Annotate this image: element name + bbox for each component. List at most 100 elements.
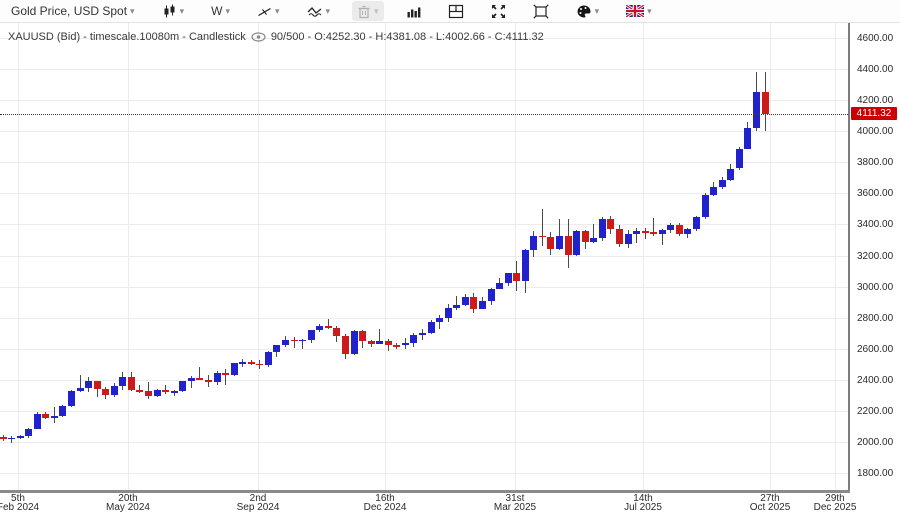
candle[interactable]: [590, 238, 598, 242]
candle[interactable]: [333, 327, 341, 336]
candle[interactable]: [487, 289, 495, 301]
candle[interactable]: [8, 437, 16, 440]
candle[interactable]: [598, 219, 606, 239]
candle[interactable]: [701, 195, 709, 217]
candle[interactable]: [436, 318, 444, 323]
candle[interactable]: [136, 390, 144, 392]
candle[interactable]: [470, 296, 478, 309]
price-axis[interactable]: 4600.00 4400.00 4200.00 4000.00 3800.00 3600.…: [850, 23, 900, 493]
candle[interactable]: [564, 236, 572, 256]
candle[interactable]: [145, 391, 153, 397]
candle[interactable]: [453, 304, 461, 309]
candle[interactable]: [162, 390, 170, 392]
candle[interactable]: [478, 300, 486, 309]
candle[interactable]: [290, 339, 298, 342]
candle[interactable]: [650, 232, 658, 235]
chart-type-button[interactable]: ▾: [157, 1, 190, 21]
candle[interactable]: [0, 437, 7, 439]
candle[interactable]: [127, 377, 135, 391]
candle[interactable]: [461, 296, 469, 305]
language-button[interactable]: ▾: [621, 1, 657, 21]
candle[interactable]: [119, 377, 127, 386]
candle[interactable]: [727, 168, 735, 181]
candle[interactable]: [59, 405, 67, 417]
candle[interactable]: [752, 92, 760, 129]
candle[interactable]: [675, 224, 683, 235]
candle[interactable]: [247, 362, 255, 364]
candle[interactable]: [299, 339, 307, 342]
candle[interactable]: [718, 180, 726, 187]
candle[interactable]: [444, 308, 452, 319]
candle[interactable]: [393, 345, 401, 347]
candle[interactable]: [693, 216, 700, 229]
candle[interactable]: [42, 414, 50, 418]
candle[interactable]: [213, 373, 221, 382]
candle[interactable]: [324, 325, 332, 328]
candle[interactable]: [341, 335, 349, 355]
candle[interactable]: [33, 414, 41, 430]
candle[interactable]: [187, 378, 195, 381]
candle[interactable]: [607, 219, 615, 230]
candle[interactable]: [273, 345, 281, 353]
candle[interactable]: [230, 363, 238, 375]
candle[interactable]: [419, 333, 427, 335]
candle[interactable]: [573, 231, 581, 256]
theme-button[interactable]: ▾: [571, 1, 605, 21]
candle[interactable]: [316, 325, 324, 330]
time-axis[interactable]: 5th Feb 2024 20th May 2024 2nd Sep 2024 16th De…: [0, 493, 900, 513]
candle[interactable]: [204, 379, 212, 382]
candle[interactable]: [102, 389, 110, 396]
frame-button[interactable]: [528, 1, 554, 21]
candle[interactable]: [667, 224, 675, 231]
candle[interactable]: [735, 148, 743, 169]
candle[interactable]: [513, 273, 521, 281]
candle[interactable]: [110, 386, 118, 396]
indicators-button[interactable]: ▾: [302, 1, 336, 21]
candle[interactable]: [367, 340, 375, 344]
candle[interactable]: [538, 235, 546, 238]
candlestick-plot[interactable]: XAUUSD (Bid) - timescale.10080m - Candle…: [0, 23, 848, 490]
candle[interactable]: [410, 334, 418, 343]
candle[interactable]: [222, 373, 230, 375]
candle[interactable]: [76, 388, 84, 391]
candle[interactable]: [761, 92, 769, 114]
layout-button[interactable]: [443, 1, 469, 21]
candle[interactable]: [256, 363, 264, 366]
candle[interactable]: [350, 330, 358, 355]
trend-line-tool-button[interactable]: ▾: [252, 1, 285, 21]
candle[interactable]: [93, 381, 101, 390]
candle[interactable]: [179, 381, 187, 392]
candle[interactable]: [264, 352, 272, 365]
candle[interactable]: [744, 128, 752, 149]
candle[interactable]: [427, 322, 435, 334]
candle[interactable]: [624, 234, 632, 244]
candle[interactable]: [196, 378, 204, 380]
candle[interactable]: [530, 235, 538, 250]
timeframe-button[interactable]: W ▾: [206, 1, 235, 21]
candle[interactable]: [521, 249, 529, 281]
candle[interactable]: [641, 231, 649, 233]
fullscreen-button[interactable]: [486, 1, 511, 21]
candle[interactable]: [170, 391, 178, 393]
candle[interactable]: [556, 236, 564, 250]
candle[interactable]: [615, 229, 623, 244]
candle[interactable]: [384, 341, 392, 346]
candle[interactable]: [684, 228, 692, 235]
candle[interactable]: [496, 282, 504, 290]
candle[interactable]: [282, 339, 290, 346]
candle[interactable]: [307, 329, 315, 340]
delete-drawings-button[interactable]: ▾: [352, 1, 384, 21]
candle[interactable]: [239, 362, 247, 364]
candle[interactable]: [359, 330, 367, 341]
candle[interactable]: [401, 342, 409, 346]
candle[interactable]: [710, 186, 718, 196]
candle[interactable]: [25, 429, 33, 437]
candle[interactable]: [658, 230, 666, 235]
candle[interactable]: [633, 231, 641, 235]
candle[interactable]: [16, 436, 24, 438]
candle[interactable]: [581, 231, 589, 242]
candle[interactable]: [376, 341, 384, 344]
candle[interactable]: [153, 390, 161, 397]
candle[interactable]: [67, 390, 75, 406]
candle[interactable]: [85, 381, 93, 389]
